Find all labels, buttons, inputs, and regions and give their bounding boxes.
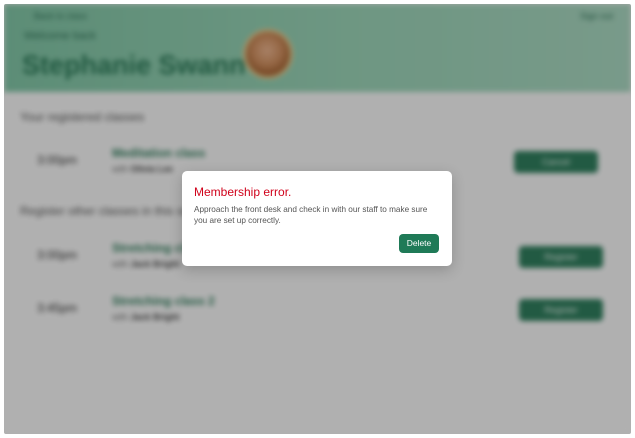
app-screen: Back to class Sign out Welcome back Step… [4, 4, 631, 434]
membership-error-dialog: Membership error. Approach the front des… [182, 171, 452, 266]
dialog-title: Membership error. [194, 185, 292, 199]
delete-button[interactable]: Delete [399, 234, 439, 253]
dialog-message: Approach the front desk and check in wit… [194, 205, 428, 225]
